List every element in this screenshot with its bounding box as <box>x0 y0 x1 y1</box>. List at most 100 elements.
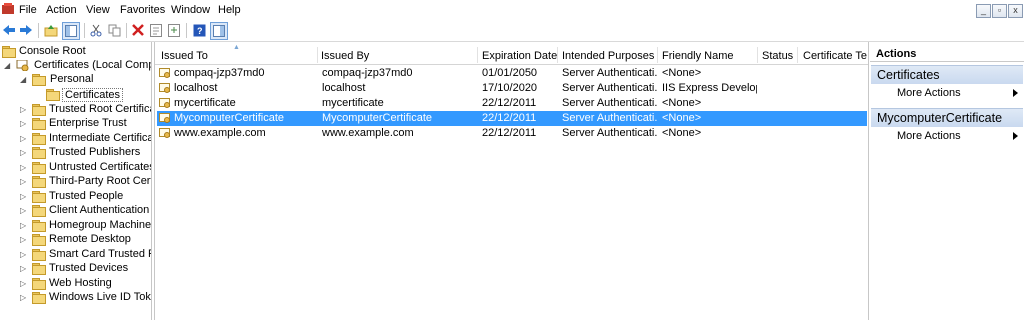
cell-issued-by: localhost <box>322 82 366 94</box>
cell-issued-by: mycertificate <box>322 97 384 109</box>
submenu-arrow-icon[interactable] <box>1013 89 1018 97</box>
show-hide-tree-icon[interactable] <box>62 22 80 40</box>
folder-icon <box>32 74 46 86</box>
menu-view[interactable]: View <box>86 4 110 16</box>
more-actions-certificates[interactable]: More Actions <box>897 87 961 99</box>
tree-item-personal[interactable]: ◢ Personal <box>20 73 150 87</box>
tree-label: Trusted Publishers <box>49 146 141 158</box>
collapsed-arrow-icon[interactable]: ▷ <box>20 118 30 130</box>
tree-item-console-root[interactable]: Console Root <box>2 45 150 59</box>
tree-item-folder[interactable]: ▷ Trusted Root Certificatio <box>20 103 151 117</box>
tree-label: Untrusted Certificates <box>49 161 152 173</box>
tree-item-folder[interactable]: ▷ Remote Desktop <box>20 233 150 247</box>
menu-favorites[interactable]: Favorites <box>120 4 165 16</box>
tree-item-folder[interactable]: ▷ Untrusted Certificates <box>20 161 152 175</box>
tree-label: Intermediate Certificatio <box>49 132 151 144</box>
table-row-selected[interactable]: MycomputerCertificate MycomputerCertific… <box>157 111 867 126</box>
cell-expiration: 22/12/2011 <box>482 112 537 124</box>
table-row[interactable]: mycertificate mycertificate 22/12/2011 S… <box>157 96 867 111</box>
tree-label: Trusted People <box>49 190 124 202</box>
column-issued-by[interactable]: Issued By <box>321 50 471 62</box>
toolbar: ? <box>0 20 1024 42</box>
expanded-arrow-icon[interactable]: ◢ <box>4 60 14 72</box>
properties-icon[interactable] <box>148 22 164 38</box>
column-intended-purposes[interactable]: Intended Purposes <box>562 50 656 62</box>
column-friendly-name[interactable]: Friendly Name <box>662 50 756 62</box>
tree-item-folder[interactable]: ▷ Third-Party Root Certific <box>20 175 151 189</box>
tree-item-folder[interactable]: ▷ Web Hosting <box>20 277 150 291</box>
delete-icon[interactable] <box>130 22 146 38</box>
menu-file[interactable]: File <box>19 4 37 16</box>
more-actions-selected-certificate[interactable]: More Actions <box>897 130 961 142</box>
collapsed-arrow-icon[interactable]: ▷ <box>20 191 30 203</box>
menu-window[interactable]: Window <box>171 4 210 16</box>
minimize-button[interactable]: _ <box>976 4 991 18</box>
collapsed-arrow-icon[interactable]: ▷ <box>20 278 30 290</box>
collapsed-arrow-icon[interactable]: ▷ <box>20 249 30 261</box>
column-issued-to[interactable]: Issued To <box>161 50 311 62</box>
cell-expiration: 17/10/2020 <box>482 82 538 94</box>
collapsed-arrow-icon[interactable]: ▷ <box>20 162 30 174</box>
cell-issued-by: compaq-jzp37md0 <box>322 67 413 79</box>
table-row[interactable]: www.example.com www.example.com 22/12/20… <box>157 126 867 141</box>
tree-label: Personal <box>50 73 94 85</box>
collapsed-arrow-icon[interactable]: ▷ <box>20 205 30 217</box>
column-header: ▲ Issued To Issued By Expiration Date In… <box>155 44 868 65</box>
tree-label: Smart Card Trusted Roo <box>49 248 151 260</box>
restore-button[interactable]: ▫ <box>992 4 1007 18</box>
help-icon[interactable]: ? <box>191 22 207 38</box>
actions-section-certificates[interactable]: Certificates <box>871 65 1023 84</box>
tree-item-folder[interactable]: ▷ Trusted Publishers <box>20 146 150 160</box>
column-expiration-date[interactable]: Expiration Date <box>482 50 558 62</box>
export-icon[interactable] <box>166 22 182 38</box>
up-folder-icon[interactable] <box>43 22 59 38</box>
collapsed-arrow-icon[interactable]: ▷ <box>20 147 30 159</box>
cell-issued-to: www.example.com <box>174 127 266 139</box>
collapsed-arrow-icon[interactable]: ▷ <box>20 234 30 246</box>
svg-text:?: ? <box>197 26 203 36</box>
back-icon[interactable] <box>1 22 17 38</box>
cell-friendly-name: <None> <box>662 112 702 124</box>
close-button[interactable]: x <box>1008 4 1023 18</box>
tree-label: Web Hosting <box>49 277 112 289</box>
tree-item-folder[interactable]: ▷ Enterprise Trust <box>20 117 150 131</box>
submenu-arrow-icon[interactable] <box>1013 132 1018 140</box>
collapsed-arrow-icon[interactable]: ▷ <box>20 104 30 116</box>
tree-label: Windows Live ID Token <box>49 291 152 303</box>
tree-item-folder[interactable]: ▷ Windows Live ID Token <box>20 291 152 305</box>
collapsed-arrow-icon[interactable]: ▷ <box>20 263 30 275</box>
column-status[interactable]: Status <box>762 50 798 62</box>
folder-icon <box>32 234 46 246</box>
tree-item-folder[interactable]: ▷ Client Authentication Iss <box>20 204 151 218</box>
collapsed-arrow-icon[interactable]: ▷ <box>20 176 30 188</box>
forward-icon[interactable] <box>18 22 34 38</box>
certificate-icon <box>159 113 170 123</box>
expanded-arrow-icon[interactable]: ◢ <box>20 74 30 86</box>
show-hide-action-pane-icon[interactable] <box>210 22 228 40</box>
tree-item-folder[interactable]: ▷ Intermediate Certificatio <box>20 132 151 146</box>
tree-item-folder[interactable]: ▷ Trusted Devices <box>20 262 150 276</box>
copy-icon[interactable] <box>106 22 122 38</box>
folder-icon <box>32 278 46 290</box>
collapsed-arrow-icon[interactable]: ▷ <box>20 133 30 145</box>
mmc-app-icon[interactable] <box>2 3 14 15</box>
tree-item-folder[interactable]: ▷ Smart Card Trusted Roo <box>20 248 151 262</box>
section-label: MycomputerCertificate <box>877 111 1003 125</box>
cut-icon[interactable] <box>88 22 104 38</box>
menu-help[interactable]: Help <box>218 4 241 16</box>
cell-expiration: 01/01/2050 <box>482 67 538 79</box>
collapsed-arrow-icon[interactable]: ▷ <box>20 292 30 304</box>
menu-action[interactable]: Action <box>46 4 77 16</box>
table-row[interactable]: compaq-jzp37md0 compaq-jzp37md0 01/01/20… <box>157 66 867 81</box>
actions-section-selected-certificate[interactable]: MycomputerCertificate <box>871 108 1023 127</box>
cell-purposes: Server Authenticati... <box>562 112 657 124</box>
column-certificate-template[interactable]: Certificate Te... <box>803 50 867 62</box>
tree-item-certificates-store[interactable]: ◢ Certificates (Local Compute <box>4 59 151 73</box>
tree-item-folder[interactable]: ▷ Trusted People <box>20 190 150 204</box>
folder-icon <box>32 220 46 232</box>
tree-item-certificates[interactable]: Certificates <box>34 88 150 102</box>
tree-label: Remote Desktop <box>49 233 131 245</box>
tree-item-folder[interactable]: ▷ Homegroup Machine C <box>20 219 151 233</box>
collapsed-arrow-icon[interactable]: ▷ <box>20 220 30 232</box>
table-row[interactable]: localhost localhost 17/10/2020 Server Au… <box>157 81 867 96</box>
